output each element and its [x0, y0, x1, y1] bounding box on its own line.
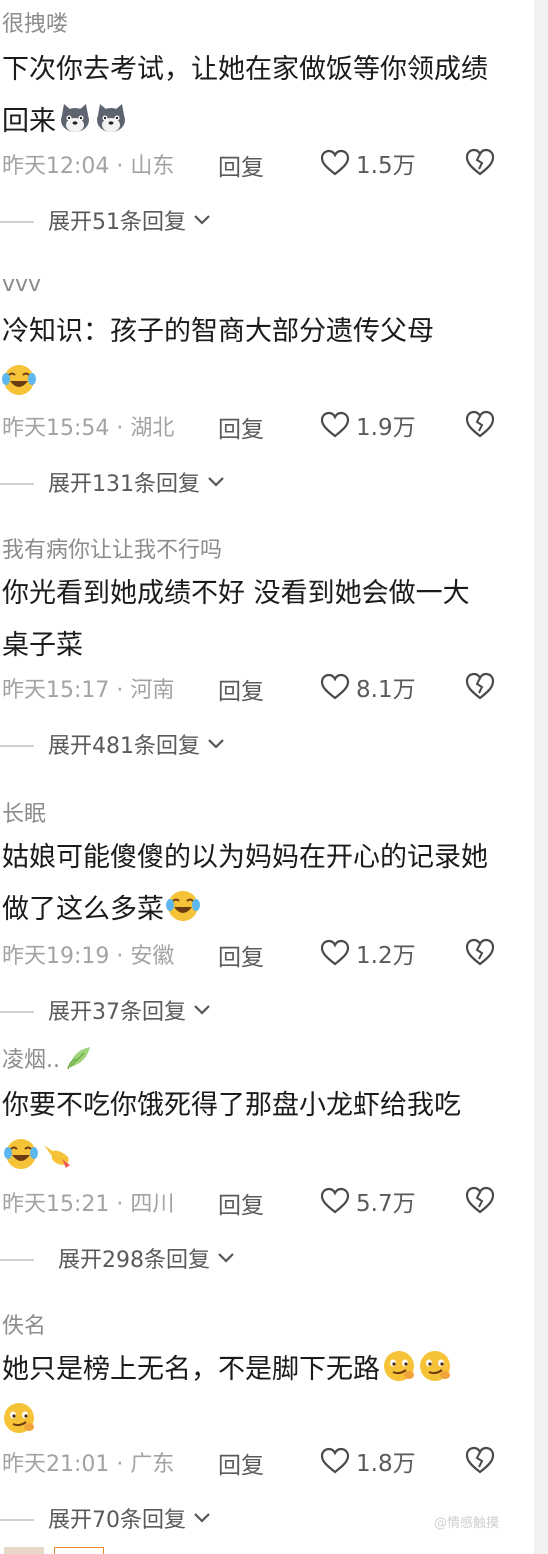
comment-time-location: 昨天12:04 · 山东 [2, 154, 175, 179]
comment-time-location: 昨天15:21 · 四川 [2, 1192, 175, 1217]
laugh-cry-icon [4, 1139, 38, 1169]
expand-replies[interactable]: 展开37条回复 [0, 994, 534, 1028]
comment-time-location: 昨天21:01 · 广东 [2, 1452, 175, 1477]
thumbnail[interactable] [54, 1547, 104, 1554]
comment-meta: 昨天19:19 · 安徽 回复 1.2万 [2, 938, 536, 972]
reply-button[interactable]: 回复 [218, 148, 264, 182]
divider [0, 483, 34, 485]
smirk-face-icon [420, 1351, 450, 1381]
like-count: 8.1万 [356, 677, 416, 703]
divider [0, 221, 34, 223]
comment-meta: 昨天12:04 · 山东 回复 1.5万 [2, 148, 536, 182]
like-button[interactable]: 8.1万 [320, 670, 416, 704]
expand-replies-label: 展开70条回复 [48, 1508, 186, 1533]
like-count: 1.9万 [356, 415, 416, 441]
chevron-down-icon [208, 477, 224, 487]
heart-icon [320, 1447, 350, 1474]
leaf-icon [67, 1047, 90, 1070]
expand-replies[interactable]: 展开298条回复 [0, 1242, 534, 1276]
heart-icon [320, 939, 350, 966]
chevron-down-icon [208, 739, 224, 749]
pointing-hand-icon [44, 1145, 70, 1168]
broken-heart-icon[interactable] [464, 1184, 496, 1216]
like-button[interactable]: 1.2万 [320, 936, 416, 970]
broken-heart-icon[interactable] [464, 146, 496, 178]
comment-username[interactable]: 我有病你让让我不行吗 [2, 532, 222, 564]
like-button[interactable]: 5.7万 [320, 1184, 416, 1218]
like-count: 5.7万 [356, 1191, 416, 1217]
chevron-down-icon [194, 1005, 210, 1015]
expand-replies[interactable]: 展开51条回复 [0, 204, 534, 238]
smirk-face-icon [384, 1351, 414, 1381]
husky-face-icon [97, 104, 125, 132]
broken-heart-icon[interactable] [464, 670, 496, 702]
expand-replies-label: 展开51条回复 [48, 210, 186, 235]
comment-meta: 昨天15:54 · 湖北 回复 1.9万 [2, 410, 536, 444]
thumbnail[interactable] [4, 1547, 44, 1554]
smirk-face-icon [4, 1403, 34, 1433]
comment-text: 冷知识：孩子的智商大部分遗传父母 [2, 306, 492, 410]
comment-username[interactable]: 很拽喽 [2, 6, 68, 38]
reply-button[interactable]: 回复 [218, 410, 264, 444]
comment-text: 下次你去考试，让她在家做饭等你领成绩回来 [2, 54, 488, 137]
scroll-track [534, 0, 548, 1554]
like-button[interactable]: 1.9万 [320, 408, 416, 442]
heart-icon [320, 411, 350, 438]
heart-icon [320, 149, 350, 176]
expand-replies[interactable]: 展开131条回复 [0, 466, 534, 500]
comment-username[interactable]: 长眠 [2, 796, 46, 828]
comment-username[interactable]: 佚名 [2, 1308, 46, 1340]
like-count: 1.5万 [356, 153, 416, 179]
comment-text: 你光看到她成绩不好 没看到她会做一大桌子菜 [2, 578, 470, 661]
comment-meta: 昨天15:17 · 河南 回复 8.1万 [2, 672, 536, 706]
expand-replies-label: 展开481条回复 [48, 734, 200, 759]
heart-icon [320, 673, 350, 700]
husky-face-icon [61, 104, 89, 132]
comment-meta: 昨天21:01 · 广东 回复 1.8万 [2, 1446, 536, 1480]
divider [0, 745, 34, 747]
like-count: 1.8万 [356, 1451, 416, 1477]
broken-heart-icon[interactable] [464, 408, 496, 440]
chevron-down-icon [218, 1253, 234, 1263]
watermark: @情感触摸 [434, 1516, 500, 1531]
comment-meta: 昨天15:21 · 四川 回复 5.7万 [2, 1186, 536, 1220]
reply-button[interactable]: 回复 [218, 1186, 264, 1220]
expand-replies-label: 展开131条回复 [48, 472, 200, 497]
comment-username[interactable]: 凌烟.. [2, 1042, 94, 1074]
like-count: 1.2万 [356, 943, 416, 969]
expand-replies-label: 展开37条回复 [48, 1000, 186, 1025]
comment-text: 姑娘可能傻傻的以为妈妈在开心的记录她做了这么多菜 [2, 842, 488, 925]
reply-button[interactable]: 回复 [218, 1446, 264, 1480]
comment-text: 你要不吃你饿死得了那盘小龙虾给我吃 [2, 1080, 492, 1184]
divider [0, 1519, 34, 1521]
chevron-down-icon [194, 1513, 210, 1523]
comment-time-location: 昨天15:17 · 河南 [2, 678, 175, 703]
divider [0, 1259, 34, 1261]
reply-button[interactable]: 回复 [218, 672, 264, 706]
expand-replies-label: 展开298条回复 [58, 1248, 210, 1273]
divider [0, 1011, 34, 1013]
comment-time-location: 昨天19:19 · 安徽 [2, 944, 175, 969]
laugh-cry-icon [2, 365, 36, 395]
broken-heart-icon[interactable] [464, 936, 496, 968]
comment-text: 她只是榜上无名，不是脚下无路 [2, 1344, 492, 1448]
reply-button[interactable]: 回复 [218, 938, 264, 972]
broken-heart-icon[interactable] [464, 1444, 496, 1476]
like-button[interactable]: 1.8万 [320, 1444, 416, 1478]
laugh-cry-icon [166, 891, 200, 921]
expand-replies[interactable]: 展开481条回复 [0, 728, 534, 762]
comment-username[interactable]: vvv [2, 272, 41, 297]
like-button[interactable]: 1.5万 [320, 146, 416, 180]
heart-icon [320, 1187, 350, 1214]
comment-time-location: 昨天15:54 · 湖北 [2, 416, 175, 441]
chevron-down-icon [194, 215, 210, 225]
